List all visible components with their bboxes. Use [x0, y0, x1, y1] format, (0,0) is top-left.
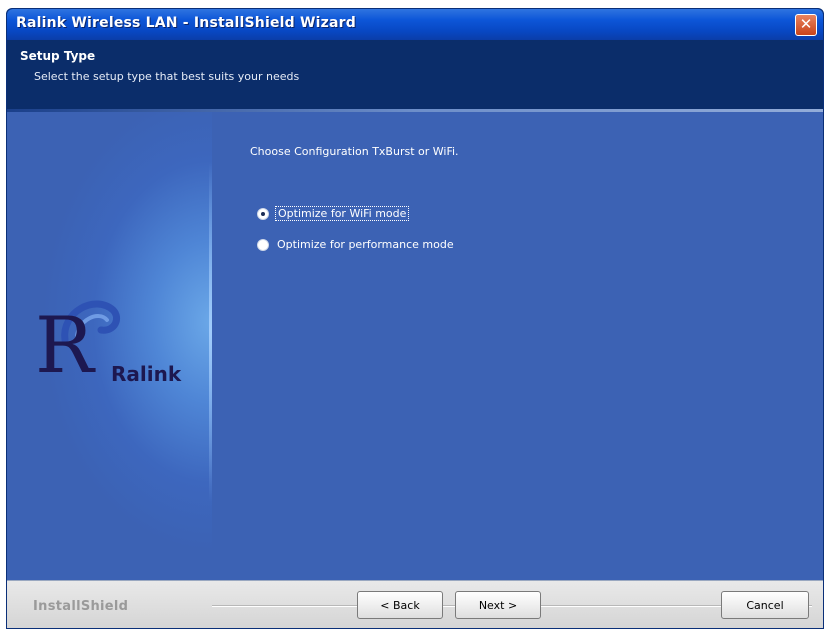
option-label: Optimize for WiFi mode [275, 206, 410, 221]
side-panel: R Ralink [7, 112, 212, 580]
radio-button-selected[interactable] [257, 207, 269, 220]
window-title: Ralink Wireless LAN - InstallShield Wiza… [16, 15, 356, 31]
logo-text: Ralink [111, 362, 182, 386]
option-performance-mode[interactable]: Optimize for performance mode [257, 238, 456, 251]
wizard-footer: InstallShield < Back Next > Cancel [7, 580, 823, 628]
back-button[interactable]: < Back [357, 591, 443, 619]
next-button[interactable]: Next > [455, 591, 541, 619]
title-bar[interactable]: Ralink Wireless LAN - InstallShield Wiza… [7, 9, 823, 40]
option-label: Optimize for performance mode [277, 238, 454, 251]
option-wifi-mode[interactable]: Optimize for WiFi mode [257, 206, 410, 221]
close-button[interactable]: ✕ [795, 14, 817, 36]
ralink-logo: R Ralink [35, 292, 205, 392]
cancel-button[interactable]: Cancel [721, 591, 809, 619]
installshield-brand: InstallShield [33, 599, 129, 614]
logo-letter: R [35, 301, 94, 391]
header-title: Setup Type [20, 49, 96, 63]
radio-button[interactable] [257, 238, 269, 251]
header-subtitle: Select the setup type that best suits yo… [34, 70, 300, 83]
installer-window: Ralink Wireless LAN - InstallShield Wiza… [6, 8, 824, 629]
config-prompt: Choose Configuration TxBurst or WiFi. [250, 145, 459, 158]
wizard-header: Setup Type Select the setup type that be… [7, 40, 823, 110]
side-panel-glow [209, 162, 212, 502]
content-area: R Ralink Choose Configuration TxBurst or… [7, 112, 823, 580]
close-icon: ✕ [799, 15, 813, 33]
